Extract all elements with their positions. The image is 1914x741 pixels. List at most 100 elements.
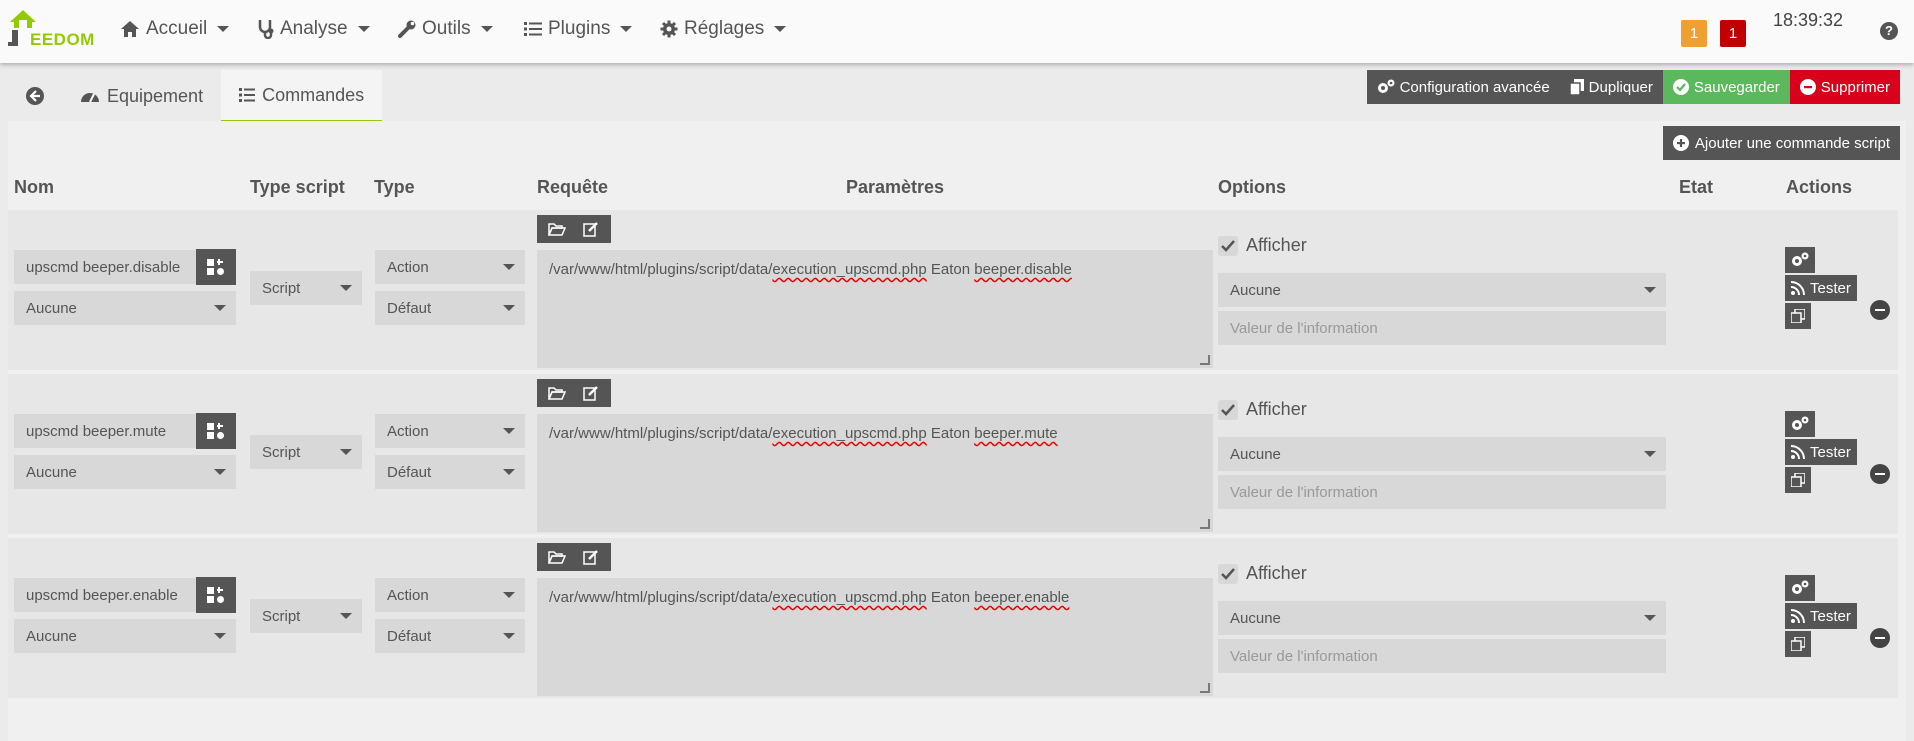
copy-button[interactable] [1785,467,1811,493]
request-textarea[interactable]: /var/www/html/plugins/script/data/execut… [537,578,1213,696]
folder-open-icon[interactable] [541,217,573,241]
edit-icon[interactable] [575,217,607,241]
info-value-input[interactable]: Valeur de l'information [1218,639,1666,673]
nav-accueil[interactable]: Accueil [120,18,230,40]
advanced-config-button[interactable]: Configuration avancée [1366,70,1560,104]
request-path: /var/www/html/plugins/script/data/ [549,425,773,442]
copy-icon [1791,473,1805,487]
request-arg: beeper.mute [974,425,1058,442]
request-textarea[interactable]: /var/www/html/plugins/script/data/execut… [537,250,1213,368]
cogs-icon [1792,416,1809,430]
header-options: Options [1218,177,1286,197]
type-select[interactable]: Action [375,578,525,612]
icon-picker-button[interactable] [196,413,236,449]
subtype-select[interactable]: Défaut [375,455,525,489]
nav-analyse[interactable]: Analyse [258,18,370,40]
afficher-label: Afficher [1246,399,1307,419]
icon-picker-button[interactable] [196,577,236,613]
jeedom-logo[interactable]: EEDOM [8,8,96,52]
home-icon [121,21,139,37]
configure-button[interactable] [1785,575,1815,601]
edit-icon[interactable] [575,545,607,569]
afficher-checkbox[interactable]: Afficher [1218,563,1307,584]
afficher-checkbox[interactable]: Afficher [1218,235,1307,256]
icon-picker-button[interactable] [196,249,236,285]
request-file: execution_upscmd.php [772,425,927,442]
nav-reglages[interactable]: Réglages [660,18,787,40]
request-mid: Eaton [926,261,975,278]
wrench-icon [398,20,416,38]
remove-icon[interactable] [1870,628,1890,648]
command-name-input[interactable]: upscmd beeper.disable [14,250,196,284]
clock: 18:39:32 [1773,10,1844,30]
option-select[interactable]: Aucune [1218,437,1666,471]
save-label: Sauvegarder [1693,78,1780,96]
warning-badge[interactable]: 1 [1681,20,1707,47]
tab-equipement-label: Equipement [107,85,204,106]
type-select[interactable]: Action [375,414,525,448]
folder-open-icon[interactable] [541,381,573,405]
afficher-label: Afficher [1246,235,1307,255]
add-script-command-button[interactable]: Ajouter une commande script [1662,126,1900,160]
delete-button[interactable]: Supprimer [1789,70,1900,104]
save-button[interactable]: Sauvegarder [1662,70,1790,104]
test-button[interactable]: Tester [1785,439,1857,465]
option-select[interactable]: Aucune [1218,601,1666,635]
chevron-down-icon [217,26,230,32]
script-type-select[interactable]: Script [250,599,362,633]
chevron-down-icon [480,26,493,32]
stethoscope-icon [258,20,274,39]
info-value-placeholder: Valeur de l'information [1230,647,1378,665]
duplicate-button[interactable]: Dupliquer [1559,70,1663,104]
test-label: Tester [1810,279,1851,297]
configure-button[interactable] [1785,411,1815,437]
resize-handle[interactable] [1200,683,1210,693]
folder-open-icon[interactable] [541,545,573,569]
top-navbar: EEDOM Accueil Analyse Outils Plugins Rég… [0,0,1914,63]
generic-type-select[interactable]: Aucune [14,619,236,653]
copy-button[interactable] [1785,303,1811,329]
info-value-input[interactable]: Valeur de l'information [1218,311,1666,345]
copy-icon [1791,637,1805,651]
nav-outils[interactable]: Outils [398,18,493,40]
nav-outils-label: Outils [422,18,471,39]
remove-icon[interactable] [1870,300,1890,320]
resize-handle[interactable] [1200,519,1210,529]
back-button[interactable] [8,70,62,122]
subtype-select[interactable]: Défaut [375,291,525,325]
nav-plugins[interactable]: Plugins [524,18,633,40]
help-icon[interactable]: ? [1880,22,1898,40]
copy-button[interactable] [1785,631,1811,657]
generic-type-select[interactable]: Aucune [14,291,236,325]
header-requete: Requête [537,177,609,197]
chevron-down-icon [214,469,226,475]
generic-type-select[interactable]: Aucune [14,455,236,489]
request-textarea[interactable]: /var/www/html/plugins/script/data/execut… [537,414,1213,532]
configure-button[interactable] [1785,247,1815,273]
script-type-select[interactable]: Script [250,435,362,469]
script-type-select[interactable]: Script [250,271,362,305]
afficher-checkbox[interactable]: Afficher [1218,399,1307,420]
icons-grid-icon [207,587,224,603]
header-type-script: Type script [250,177,345,197]
minus-circle-icon [1799,79,1816,95]
tab-equipement[interactable]: Equipement [62,70,221,122]
remove-icon[interactable] [1870,464,1890,484]
subtype-select[interactable]: Défaut [375,619,525,653]
command-name-input[interactable]: upscmd beeper.mute [14,414,196,448]
nav-analyse-label: Analyse [280,18,348,39]
test-button[interactable]: Tester [1785,603,1857,629]
tab-commandes[interactable]: Commandes [221,70,383,122]
command-name-input[interactable]: upscmd beeper.enable [14,578,196,612]
rss-icon [1791,609,1805,623]
edit-icon[interactable] [575,381,607,405]
resize-handle[interactable] [1200,355,1210,365]
info-value-placeholder: Valeur de l'information [1230,319,1378,337]
chevron-down-icon [340,613,352,619]
type-select[interactable]: Action [375,250,525,284]
test-button[interactable]: Tester [1785,275,1857,301]
chevron-down-icon [340,285,352,291]
alert-badge[interactable]: 1 [1720,20,1746,47]
option-select[interactable]: Aucune [1218,273,1666,307]
info-value-input[interactable]: Valeur de l'information [1218,475,1666,509]
